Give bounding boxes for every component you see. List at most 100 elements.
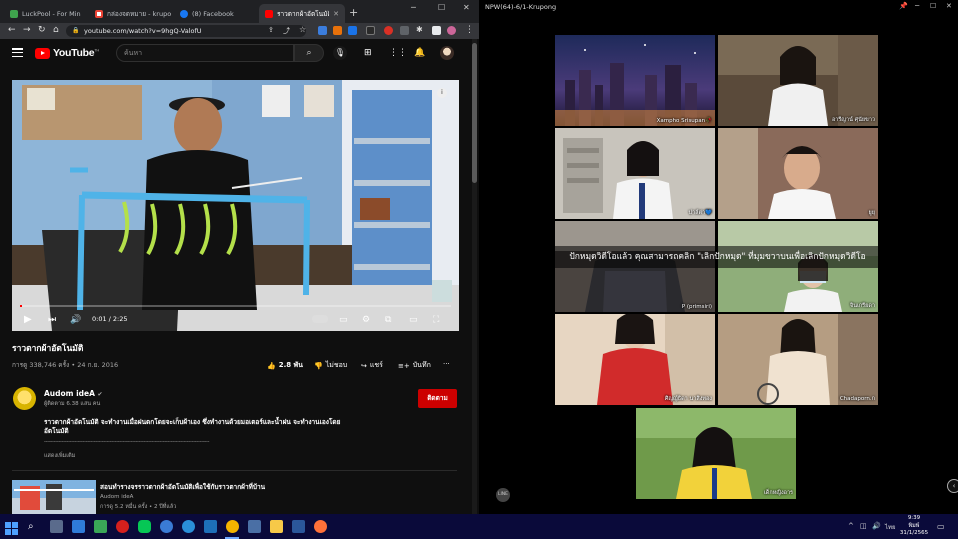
- more-actions-icon[interactable]: ···: [443, 360, 450, 368]
- next-icon[interactable]: ⏭: [48, 315, 56, 325]
- task-view-icon[interactable]: [50, 520, 63, 533]
- show-hidden-icons-icon[interactable]: ^: [848, 522, 854, 530]
- back-icon[interactable]: ←: [8, 25, 16, 35]
- minimize-icon[interactable]: ─: [915, 2, 919, 10]
- search-input[interactable]: ค้นหา: [116, 44, 294, 62]
- extension-new-icon[interactable]: [318, 26, 327, 35]
- profile-avatar-icon[interactable]: [447, 26, 456, 35]
- forward-icon[interactable]: →: [23, 25, 31, 35]
- pin-notification-banner: ปักหมุดวิดีโอแล้ว คุณสามารถคลิก "เลิกปัก…: [555, 246, 880, 268]
- tab-gmail[interactable]: กล่องจดหมาย - krupo: [89, 4, 173, 23]
- app-icon[interactable]: [248, 520, 261, 533]
- video-player[interactable]: i ▶ ⏭ 🔊 0:01 / 2:25 ▭ ⚙ ⧉ ▭ ⛶: [12, 80, 459, 331]
- tab-label: (8) Facebook: [192, 9, 234, 18]
- miniplayer-icon[interactable]: ⧉: [385, 315, 391, 325]
- tab-youtube[interactable]: ราวตากผ้าอัตโนมัติ - Yo ✕: [259, 4, 345, 23]
- scrollbar-thumb[interactable]: [472, 43, 477, 183]
- participant-name: Chadaporn.ก: [839, 396, 875, 402]
- app-icon[interactable]: [204, 520, 217, 533]
- line-icon[interactable]: [138, 520, 151, 533]
- close-window-icon[interactable]: ✕: [463, 3, 470, 12]
- notifications-icon[interactable]: ▭: [937, 522, 945, 531]
- windows-start-icon[interactable]: [5, 520, 18, 535]
- home-icon[interactable]: ⌂: [53, 25, 59, 35]
- show-more-link[interactable]: แสดงเพิ่มเติม: [44, 452, 75, 460]
- edge-icon[interactable]: [182, 520, 195, 533]
- search-icon[interactable]: ⌕: [28, 520, 41, 533]
- youtube-logo[interactable]: YouTubeTH: [35, 47, 99, 59]
- recommended-thumbnail[interactable]: [12, 480, 96, 514]
- dislike-button[interactable]: 👎 ไม่ชอบ: [314, 360, 347, 371]
- captions-icon[interactable]: ▭: [339, 315, 348, 325]
- hamburger-menu-icon[interactable]: [12, 48, 23, 58]
- save-button[interactable]: ≡+ บันทึก: [398, 360, 431, 371]
- input-language[interactable]: ไทย: [885, 522, 896, 532]
- extension-icon[interactable]: [384, 26, 393, 35]
- play-icon[interactable]: ▶: [24, 314, 32, 325]
- channel-name[interactable]: Audom ideA ✔: [44, 389, 103, 398]
- autoplay-toggle[interactable]: [312, 315, 328, 323]
- apps-grid-icon[interactable]: ⋮⋮: [389, 48, 407, 58]
- channel-avatar[interactable]: [13, 387, 36, 410]
- create-video-icon[interactable]: ⊞: [364, 48, 372, 58]
- search-button[interactable]: ⌕: [294, 44, 324, 62]
- fullscreen-icon[interactable]: ⛶: [433, 315, 439, 325]
- volume-icon[interactable]: 🔊: [872, 522, 881, 530]
- participant-tile[interactable]: ยูยุ: [718, 128, 878, 219]
- tab-luckpool[interactable]: LuckPool - For Min: [4, 4, 88, 23]
- participant-tile[interactable]: Chadaporn.ก: [718, 314, 878, 405]
- clock-time: 9:39: [907, 515, 921, 521]
- subscribe-button[interactable]: ติดตาม: [418, 389, 457, 408]
- app-icon[interactable]: [94, 520, 107, 533]
- extension-icon[interactable]: [366, 26, 375, 35]
- participant-tile[interactable]: Xampho Srisupan🥀: [555, 35, 715, 126]
- taskbar-clock[interactable]: 9:39 พิมพ์ 31/1/2565: [896, 514, 932, 539]
- participant-tile[interactable]: ปาล์ต่า💙: [555, 128, 715, 219]
- tab-facebook[interactable]: (8) Facebook: [174, 4, 258, 23]
- extensions-puzzle-icon[interactable]: ✱: [416, 25, 423, 34]
- close-tab-icon[interactable]: ✕: [333, 10, 339, 18]
- firefox-icon[interactable]: [314, 520, 327, 533]
- word-icon[interactable]: [292, 520, 305, 533]
- volume-icon[interactable]: 🔊: [70, 315, 81, 325]
- file-explorer-icon[interactable]: [270, 520, 283, 533]
- settings-gear-icon[interactable]: ⚙: [362, 315, 370, 325]
- chrome-window: LuckPool - For Min กล่องจดหมาย - krupo (…: [0, 0, 479, 514]
- like-button[interactable]: 👍 2.8 พัน: [267, 360, 303, 371]
- install-icon[interactable]: ⇪: [268, 26, 274, 34]
- extension-icon[interactable]: [432, 26, 441, 35]
- extension-icon[interactable]: [348, 26, 357, 35]
- extension-icon[interactable]: [333, 26, 342, 35]
- bookmark-star-icon[interactable]: ☆: [299, 25, 306, 34]
- line-app-icon[interactable]: LINE: [496, 488, 510, 502]
- opera-icon[interactable]: [116, 520, 129, 533]
- minimize-icon[interactable]: ─: [411, 3, 416, 12]
- participant-tile[interactable]: อารีญาน์ ศุนัยขาว: [718, 35, 878, 126]
- progress-bar[interactable]: [20, 305, 451, 307]
- recommended-title[interactable]: สอนทำรางจรราวตากผ้าอัตโนมัติเพื่อใช้กับร…: [100, 482, 265, 492]
- info-icon[interactable]: i: [437, 88, 447, 98]
- dislike-label: ไม่ชอบ: [325, 361, 348, 369]
- extension-icon[interactable]: [400, 26, 409, 35]
- theater-mode-icon[interactable]: ▭: [409, 315, 418, 325]
- expand-panel-icon[interactable]: ‹: [947, 479, 958, 493]
- chrome-icon[interactable]: [226, 520, 239, 533]
- maximize-icon[interactable]: ☐: [438, 3, 445, 12]
- account-avatar[interactable]: [440, 46, 454, 60]
- widgets-icon[interactable]: [72, 520, 85, 533]
- reload-icon[interactable]: ↻: [38, 25, 46, 35]
- app-icon[interactable]: [160, 520, 173, 533]
- network-icon[interactable]: ◫: [860, 522, 867, 530]
- page-scrollbar[interactable]: [472, 39, 477, 514]
- participant-tile[interactable]: ศิญญ์ธิดา นาสิงทอง: [555, 314, 715, 405]
- maximize-icon[interactable]: ☐: [930, 2, 936, 10]
- voice-search-button[interactable]: 🎙: [333, 46, 347, 60]
- notifications-bell-icon[interactable]: 🔔: [414, 48, 425, 58]
- new-tab-button[interactable]: +: [349, 6, 358, 19]
- close-window-icon[interactable]: ✕: [946, 2, 952, 10]
- participant-tile[interactable]: เด็กหญิงอาร: [636, 408, 796, 499]
- pin-icon[interactable]: 📌: [899, 2, 908, 10]
- share-page-icon[interactable]: ⤴: [283, 26, 290, 36]
- share-button[interactable]: ↪ แชร์: [361, 360, 383, 371]
- menu-kebab-icon[interactable]: ⋮: [465, 25, 474, 35]
